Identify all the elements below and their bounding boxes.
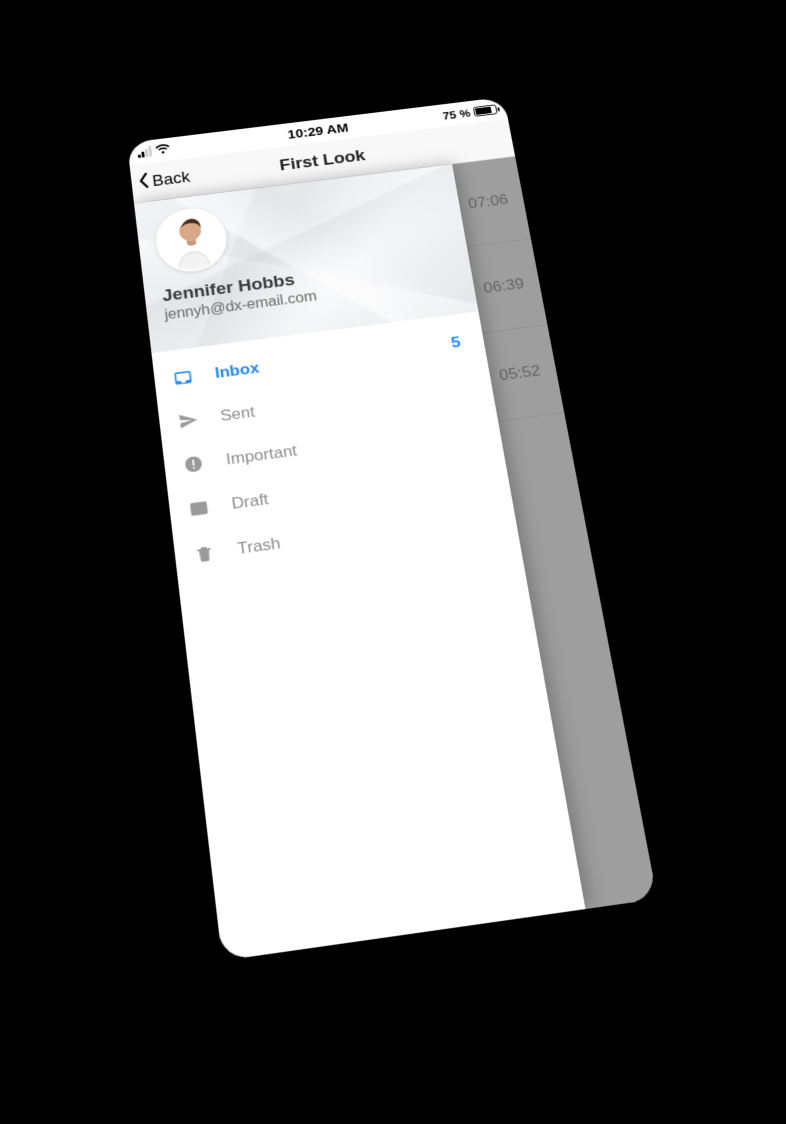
back-label: Back [151,168,191,190]
sidebar-item-badge [483,470,489,471]
sidebar-item-badge: 5 [450,333,468,352]
sidebar-item-badge [475,427,481,428]
phone-screen: 10:29 AM 75 % Back First Look 07:06 [127,97,657,961]
important-icon [182,454,206,475]
trash-icon [192,543,216,565]
sidebar-item-badge [468,384,474,385]
sidebar-item-badge [491,515,497,516]
draft-icon [187,498,211,519]
inbox-icon [171,368,195,388]
drawer-menu: Inbox 5 Sent Important [151,311,519,587]
chevron-left-icon [136,172,152,194]
back-button[interactable]: Back [136,167,191,194]
avatar[interactable] [152,205,230,276]
send-icon [176,410,200,431]
